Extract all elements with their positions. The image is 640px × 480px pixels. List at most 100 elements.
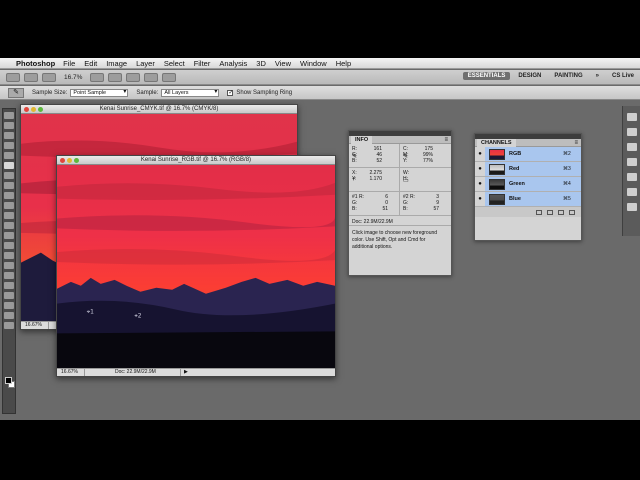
launch-minibridge-button[interactable]	[24, 72, 38, 82]
cs-live-button[interactable]: CS Live	[612, 73, 634, 79]
3d-rotate-tool-icon[interactable]	[4, 292, 14, 299]
document-zoom-field[interactable]: 16.67%	[21, 322, 49, 329]
close-window-button[interactable]	[60, 158, 65, 163]
styles-panel-icon[interactable]	[627, 203, 637, 211]
load-channel-as-selection-button[interactable]	[536, 209, 542, 215]
eyedropper-tool-preset-icon[interactable]: ✎	[8, 87, 24, 98]
eye-icon[interactable]: ●	[475, 147, 485, 161]
eye-icon[interactable]: ●	[475, 192, 485, 206]
close-window-button[interactable]	[24, 107, 29, 112]
eyedropper-icon: ✎	[352, 154, 358, 160]
3d-orbit-tool-icon[interactable]	[4, 302, 14, 309]
save-selection-as-channel-button[interactable]	[547, 209, 553, 215]
zoom-window-button[interactable]	[74, 158, 79, 163]
menu-3d[interactable]: 3D	[256, 59, 266, 68]
document-zoom-field[interactable]: 16.67%	[57, 369, 85, 376]
foreground-color-swatch[interactable]	[5, 377, 12, 384]
blur-tool-icon[interactable]	[4, 232, 14, 239]
eraser-tool-icon[interactable]	[4, 212, 14, 219]
menu-window[interactable]: Window	[300, 59, 327, 68]
document-title: Kenai Sunrise_RGB.tif @ 16.7% (RGB/8)	[140, 157, 252, 163]
minimize-window-button[interactable]	[31, 107, 36, 112]
image-canvas-rgb[interactable]: ⌖1 ⌖2	[57, 165, 335, 368]
panel-menu-icon[interactable]: ≡	[574, 139, 578, 147]
channel-row-blue[interactable]: ● Blue ⌘5	[475, 192, 581, 207]
tab-info[interactable]: INFO	[351, 136, 373, 144]
menu-filter[interactable]: Filter	[194, 59, 211, 68]
view-extras-button[interactable]	[42, 72, 56, 82]
menu-help[interactable]: Help	[336, 59, 351, 68]
rotate-view-button[interactable]	[126, 72, 141, 82]
brush-tool-icon[interactable]	[4, 182, 14, 189]
healing-brush-tool-icon[interactable]	[4, 172, 14, 179]
lasso-tool-icon[interactable]	[4, 132, 14, 139]
menu-select[interactable]: Select	[164, 59, 185, 68]
info-sampler-2-readout: #2 R: 3 G: 9 B: 57	[400, 192, 451, 216]
adjustments-panel-icon[interactable]	[627, 128, 637, 136]
document-window-rgb[interactable]: Kenai Sunrise_RGB.tif @ 16.7% (RGB/8) ⌖1…	[56, 155, 336, 377]
color-panel-icon[interactable]	[627, 113, 637, 121]
new-channel-button[interactable]	[558, 209, 564, 215]
menu-view[interactable]: View	[275, 59, 291, 68]
clone-stamp-tool-icon[interactable]	[4, 192, 14, 199]
panel-menu-icon[interactable]: ≡	[444, 136, 448, 144]
info-value: 52	[376, 158, 382, 164]
minimize-window-button[interactable]	[67, 158, 72, 163]
gradient-tool-icon[interactable]	[4, 222, 14, 229]
pen-tool-icon[interactable]	[4, 252, 14, 259]
document-title-bar[interactable]: Kenai Sunrise_RGB.tif @ 16.7% (RGB/8)	[57, 156, 335, 165]
hand-tool-icon[interactable]	[4, 312, 14, 319]
app-name-menu[interactable]: Photoshop	[16, 59, 55, 68]
launch-bridge-button[interactable]	[6, 72, 20, 82]
actions-panel-icon[interactable]	[627, 188, 637, 196]
status-menu-arrow-icon[interactable]: ▶	[181, 369, 188, 376]
eyedropper-icon: ✎	[403, 154, 409, 160]
layers-panel-icon[interactable]	[627, 143, 637, 151]
channel-row-red[interactable]: ● Red ⌘3	[475, 162, 581, 177]
move-tool-icon[interactable]	[4, 112, 14, 119]
info-value: 57	[433, 206, 439, 212]
tab-channels[interactable]: CHANNELS	[477, 139, 516, 147]
workspace-more-button[interactable]: »	[591, 72, 604, 80]
history-panel-icon[interactable]	[627, 173, 637, 181]
zoom-window-button[interactable]	[38, 107, 43, 112]
crop-tool-icon[interactable]	[4, 152, 14, 159]
menu-layer[interactable]: Layer	[136, 59, 155, 68]
type-tool-icon[interactable]	[4, 262, 14, 269]
workspace-painting-button[interactable]: PAINTING	[549, 72, 587, 80]
zoom-tool-icon[interactable]	[4, 322, 14, 329]
path-selection-tool-icon[interactable]	[4, 272, 14, 279]
history-brush-tool-icon[interactable]	[4, 202, 14, 209]
delete-channel-button[interactable]	[569, 209, 575, 215]
workspace-essentials-button[interactable]: ESSENTIALS	[462, 72, 511, 80]
menu-image[interactable]: Image	[106, 59, 127, 68]
quick-selection-tool-icon[interactable]	[4, 142, 14, 149]
info-size-readout: W: H: ▭	[400, 168, 451, 192]
document-size-info[interactable]: Doc: 22.9M/22.9M	[85, 369, 181, 376]
menu-analysis[interactable]: Analysis	[219, 59, 247, 68]
screen-mode-button[interactable]	[162, 72, 177, 82]
menu-file[interactable]: File	[63, 59, 75, 68]
eye-icon[interactable]: ●	[475, 177, 485, 191]
zoom-tool-button[interactable]	[108, 72, 123, 82]
menu-edit[interactable]: Edit	[84, 59, 97, 68]
workspace-design-button[interactable]: DESIGN	[513, 72, 546, 80]
show-sampling-ring-checkbox[interactable]: ✓	[227, 89, 233, 96]
eyedropper-tool-icon[interactable]	[4, 162, 14, 169]
arrange-documents-button[interactable]	[144, 72, 159, 82]
paths-panel-icon[interactable]	[627, 158, 637, 166]
sample-layers-select[interactable]: All Layers	[161, 88, 220, 97]
shape-tool-icon[interactable]	[4, 282, 14, 289]
channel-row-green[interactable]: ● Green ⌘4	[475, 177, 581, 192]
sample-size-label: Sample Size:	[32, 89, 68, 96]
eye-icon[interactable]: ●	[475, 162, 485, 176]
hand-tool-button[interactable]	[90, 72, 105, 82]
dodge-tool-icon[interactable]	[4, 242, 14, 249]
sunrise-photo-rgb: ⌖1 ⌖2	[57, 165, 335, 368]
sample-size-select[interactable]: Point Sample	[70, 88, 129, 97]
channel-name: Red	[509, 166, 520, 172]
channel-row-rgb[interactable]: ● RGB ⌘2	[475, 147, 581, 162]
zoom-level-select[interactable]: 16.7%	[64, 74, 82, 81]
marquee-tool-icon[interactable]	[4, 122, 14, 129]
document-title-bar[interactable]: Kenai Sunrise_CMYK.tif @ 16.7% (CMYK/8)	[21, 105, 297, 114]
